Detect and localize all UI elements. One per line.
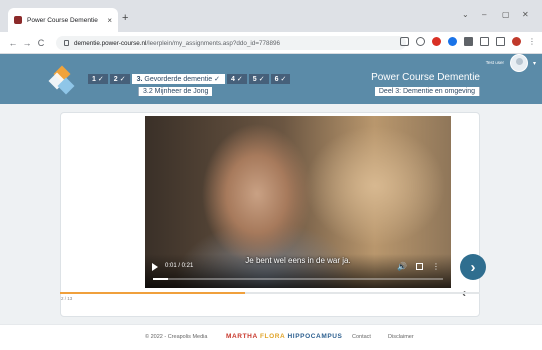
- reload-icon[interactable]: C: [34, 38, 48, 48]
- step-6[interactable]: 6 ✓: [270, 74, 291, 84]
- footer: © 2022 - Creapolis Media MARTHA FLORA HI…: [0, 324, 542, 350]
- copyright: © 2022 - Creapolis Media: [145, 334, 208, 340]
- step-2[interactable]: 2 ✓: [109, 74, 130, 84]
- step-5[interactable]: 5 ✓: [248, 74, 269, 84]
- browser-tab[interactable]: Power Course Dementie ×: [8, 8, 118, 32]
- minimize-icon[interactable]: –: [482, 10, 486, 19]
- video-seekbar-fill: [153, 278, 168, 280]
- reading-list-icon[interactable]: [480, 37, 489, 46]
- lock-icon[interactable]: [64, 40, 69, 46]
- course-part: Deel 3: Dementie en omgeving: [374, 87, 480, 96]
- step-4[interactable]: 4 ✓: [227, 74, 247, 84]
- close-window-icon[interactable]: ✕: [522, 10, 529, 19]
- address-row: ← → C dementie.power-course.nl/leerplein…: [0, 32, 542, 54]
- disclaimer-link[interactable]: Disclaimer: [388, 334, 414, 340]
- site-header: 1 ✓ 2 ✓ 3. Gevorderde dementie ✓ 4 ✓ 5 ✓ 6 ✓ …: [0, 54, 542, 104]
- course-progress-fill: [60, 292, 245, 294]
- tab-title: Power Course Dementie: [27, 16, 98, 24]
- next-button[interactable]: ›: [460, 254, 486, 280]
- step-3-label: Gevorderde dementie: [144, 75, 213, 83]
- extension-icons: ⋮: [400, 37, 536, 46]
- adblock-icon[interactable]: [432, 37, 441, 46]
- favicon-icon: [14, 16, 22, 24]
- close-tab-icon[interactable]: ×: [107, 16, 112, 25]
- substep-title: 3.2 Mijnheer de Jong: [138, 87, 213, 96]
- tab-search-icon[interactable]: ⌄: [462, 10, 469, 19]
- fullscreen-icon[interactable]: [416, 263, 423, 270]
- profile-icon[interactable]: [512, 37, 521, 46]
- star-icon[interactable]: [416, 37, 425, 46]
- extension-icon[interactable]: [448, 37, 457, 46]
- maximize-icon[interactable]: ▢: [502, 10, 510, 19]
- contact-link[interactable]: Contact: [352, 334, 371, 340]
- forward-icon[interactable]: →: [20, 38, 34, 48]
- user-menu-caret-icon[interactable]: ▾: [533, 60, 536, 67]
- menu-icon[interactable]: ⋮: [528, 37, 536, 46]
- course-progress-bar: [60, 292, 480, 294]
- new-tab-icon[interactable]: +: [122, 12, 128, 24]
- video-time: 0:01 / 0:21: [165, 263, 194, 269]
- video-player[interactable]: Je bent wel eens in de war ja. 0:01 / 0:…: [145, 116, 451, 288]
- course-title: Power Course Dementie: [371, 72, 480, 83]
- back-icon[interactable]: ←: [6, 38, 20, 48]
- url-bar[interactable]: dementie.power-course.nl/leerplein/my_as…: [56, 36, 406, 50]
- sidepanel-icon[interactable]: [496, 37, 505, 46]
- volume-icon[interactable]: 🔊: [397, 262, 407, 271]
- share-icon[interactable]: [400, 37, 409, 46]
- video-seekbar[interactable]: [153, 278, 443, 280]
- sponsor-logo[interactable]: MARTHA FLORA HIPPOCAMPUS: [226, 333, 343, 340]
- play-icon[interactable]: [152, 263, 158, 271]
- more-options-icon[interactable]: ⋮: [432, 262, 440, 271]
- logo-icon: [48, 65, 78, 96]
- step-1[interactable]: 1 ✓: [88, 74, 108, 84]
- step-3-active[interactable]: 3. Gevorderde dementie ✓: [131, 74, 225, 84]
- puzzle-icon[interactable]: [464, 37, 473, 46]
- avatar[interactable]: [510, 54, 528, 72]
- browser-tabbar: Power Course Dementie × + ⌄ – ▢ ✕: [0, 0, 542, 32]
- url-host: dementie.power-course.nl: [74, 39, 147, 47]
- module-steps: 1 ✓ 2 ✓ 3. Gevorderde dementie ✓ 4 ✓ 5 ✓ 6 ✓: [88, 74, 291, 84]
- url-path: /leerplein/my_assignments.asp?ddo_id=778…: [146, 39, 281, 47]
- page-count: 2 / 13: [61, 296, 73, 301]
- user-name[interactable]: Test user: [486, 60, 504, 65]
